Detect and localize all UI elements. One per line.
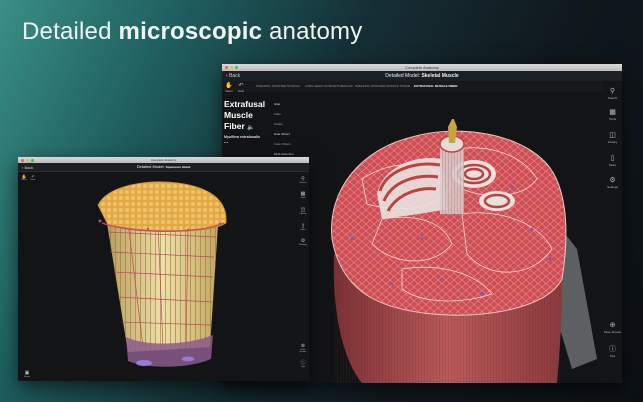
save-screen-tool[interactable]: ⊕ Save Screen (297, 343, 309, 353)
tips-tool[interactable]: ⓘ Tips (603, 345, 622, 358)
skeletal-muscle-3d-model[interactable] (322, 119, 604, 383)
menu-fade[interactable]: Fade (274, 112, 281, 116)
hierarchy-tabs: SKELETAL STRIATED MUSCLE LONG HEAD OF BI… (222, 81, 622, 92)
save-screen-tool[interactable]: ⊕ Save Screen (603, 321, 622, 334)
selection-name-line1: Extrafusal (224, 99, 266, 109)
tab-long-head-biceps[interactable]: LONG HEAD OF BICEPS BRACHII (305, 84, 353, 88)
tools-icon: ▦ (609, 109, 616, 116)
more-info-button[interactable]: ... (224, 140, 270, 145)
tab-muscle-tissue[interactable]: SKELETAL STRIATED MUSCLE TISSUE (355, 84, 410, 88)
right-toolbar: ⚲ Search ▦ Tools ◫ Library ▯ Store ⚙ Settings… (603, 81, 622, 383)
tips-tool-label: Tips (609, 354, 616, 358)
save-screen-tool-label: Save Screen (603, 330, 622, 334)
squamous-gland-3d-model[interactable] (88, 177, 248, 377)
undo-tool-label: Undo (30, 179, 36, 181)
headline-suffix: anatomy (262, 18, 363, 45)
store-tool[interactable]: ▯ Store (297, 223, 309, 231)
zoom-window-button[interactable] (235, 66, 238, 69)
tools-tool-label: Tools (608, 117, 616, 121)
hand-icon: ✋ (225, 83, 233, 89)
tips-tool[interactable]: ⓘ Tips (297, 360, 309, 368)
menu-isolate[interactable]: Isolate (274, 122, 283, 126)
close-window-button[interactable] (225, 66, 228, 69)
model-title-name: Squamous Gland (165, 165, 191, 169)
tips-tool-label: Tips (300, 366, 306, 368)
undo-tool-label: Undo (237, 90, 245, 93)
menu-fade-others[interactable]: Fade Others (274, 142, 291, 146)
epithelial-cap[interactable] (97, 181, 227, 232)
store-tool-label: Store (300, 229, 306, 231)
menu-multi-selection[interactable]: Multi-Selection (274, 152, 294, 156)
settings-tool[interactable]: ⚙ Settings (297, 238, 309, 246)
library-tool[interactable]: ◫ Library (603, 131, 622, 144)
tools-tool-label: Tools (300, 197, 306, 199)
search-icon: ⚲ (609, 88, 616, 95)
model-title-prefix: Detailed Model: (385, 73, 422, 79)
store-tool-label: Store (608, 163, 617, 167)
headline-prefix: Detailed (22, 18, 119, 45)
model-title-prefix: Detailed Model: (136, 164, 166, 169)
menu-hide-others[interactable]: Hide Others (274, 132, 290, 136)
tools-tool[interactable]: ▦ Tools (297, 191, 309, 199)
undo-tool[interactable]: ↶ Undo (29, 174, 37, 181)
window-title: Complete Anatomy (405, 65, 439, 70)
library-tool-label: Library (299, 213, 307, 215)
tools-tool[interactable]: ▦ Tools (603, 108, 622, 121)
search-tool[interactable]: ⚲ Search (603, 87, 622, 100)
select-tool[interactable]: ✋ Select (20, 174, 28, 181)
save-screen-icon: ⊕ (609, 322, 616, 329)
library-tool-label: Library (607, 140, 618, 144)
headline: Detailed microscopic anatomy (22, 18, 362, 46)
selection-latin-name: Myofibra extrafusalis (224, 135, 260, 139)
store-tool[interactable]: ▯ Store (603, 154, 622, 167)
undo-tool[interactable]: ↶ Undo (236, 83, 246, 93)
save-screen-tool-label: Save Screen (299, 349, 307, 353)
store-icon: ▯ (610, 155, 615, 162)
selection-name: Extrafusal Muscle Fiber 🔈 (224, 99, 270, 134)
settings-icon: ⚙ (609, 177, 616, 184)
model-title: Detailed Model: Skeletal Muscle (222, 71, 622, 81)
menu-hide[interactable]: Hide (274, 102, 280, 106)
model-title-name: Skeletal Muscle (421, 73, 459, 79)
select-tool-label: Select (21, 179, 27, 181)
tab-skeletal-striated-muscle[interactable]: SKELETAL STRIATED MUSCLE (256, 84, 300, 88)
search-tool-label: Search (607, 96, 618, 100)
select-tool-label: Select (225, 90, 233, 93)
selection-name-line3: Fiber (224, 121, 245, 131)
selection-name-line2: Muscle (224, 110, 253, 120)
selection-info: Extrafusal Muscle Fiber 🔈 Myofibra extra… (224, 99, 270, 145)
vessel-end[interactable] (182, 356, 194, 362)
vessel-end[interactable] (136, 360, 152, 366)
model-title: Detailed Model: Squamous Gland (18, 163, 309, 171)
undo-icon: ↶ (238, 83, 244, 89)
settings-tool-label: Settings (607, 185, 618, 189)
select-tool[interactable]: ✋ Select (224, 83, 234, 93)
close-window-button[interactable] (21, 158, 24, 162)
search-tool[interactable]: ⚲ Search (297, 176, 309, 184)
audio-icon[interactable]: 🔈 (247, 125, 254, 131)
model-navbar: ‹ Back Detailed Model: Squamous Gland (18, 163, 309, 172)
settings-tool-label: Settings (299, 244, 307, 246)
screen-tool[interactable]: ▣ Screen (22, 371, 32, 379)
gland-window: Complete Anatomy ‹ Back Detailed Model: … (18, 157, 309, 381)
window-title: Complete Anatomy (150, 158, 177, 162)
minimize-window-button[interactable] (26, 158, 29, 162)
headline-bold: microscopic (118, 18, 263, 45)
tab-extrafusal-muscle-fiber[interactable]: EXTRAFUSAL MUSCLE FIBER (414, 84, 457, 88)
screen-tool-label: Screen (23, 376, 31, 378)
minimize-window-button[interactable] (230, 66, 233, 69)
right-toolbar: ⚲ Search ▦ Tools ◫ Library ▯ Store ⚙ Settings… (297, 172, 309, 381)
window-titlebar: Complete Anatomy (222, 64, 622, 71)
library-tool[interactable]: ◫ Library (297, 207, 309, 215)
search-tool-label: Search (299, 182, 307, 184)
help-icon: ⓘ (609, 346, 616, 353)
library-icon: ◫ (609, 132, 616, 139)
zoom-window-button[interactable] (31, 158, 34, 162)
settings-tool[interactable]: ⚙ Settings (603, 176, 622, 189)
